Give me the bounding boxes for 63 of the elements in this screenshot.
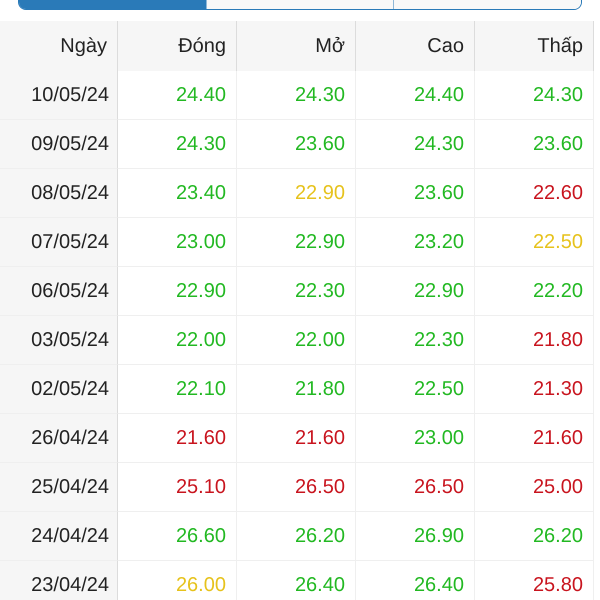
date-cell: 24/04/24 [0, 512, 118, 561]
price-cell: 22.30 [237, 267, 356, 316]
price-cell: 23.60 [237, 120, 356, 169]
price-cell: 22.20 [475, 267, 594, 316]
price-cell: 21.80 [237, 365, 356, 414]
price-cell: 22.50 [475, 218, 594, 267]
price-cell: 24.40 [356, 71, 475, 120]
price-cell: 25.00 [475, 463, 594, 512]
price-cell: 23.00 [356, 414, 475, 463]
date-cell: 03/05/24 [0, 316, 118, 365]
segment-tab[interactable] [19, 0, 206, 9]
column-header: Cao [356, 21, 475, 71]
column-header: Đóng [118, 21, 237, 71]
price-cell: 24.30 [237, 71, 356, 120]
date-cell: 26/04/24 [0, 414, 118, 463]
price-cell: 24.30 [356, 120, 475, 169]
price-cell: 21.60 [475, 414, 594, 463]
price-cell: 26.20 [237, 512, 356, 561]
date-cell: 08/05/24 [0, 169, 118, 218]
price-cell: 26.60 [118, 512, 237, 561]
column-header: Ngày [0, 21, 118, 71]
price-cell: 22.60 [475, 169, 594, 218]
price-cell: 22.90 [237, 169, 356, 218]
price-cell: 24.30 [118, 120, 237, 169]
column-header: Thấp [475, 21, 594, 71]
price-cell: 26.00 [118, 561, 237, 600]
price-cell: 23.40 [118, 169, 237, 218]
price-cell: 21.30 [475, 365, 594, 414]
price-cell: 21.60 [118, 414, 237, 463]
price-cell: 22.00 [237, 316, 356, 365]
price-cell: 22.00 [118, 316, 237, 365]
price-cell: 22.90 [118, 267, 237, 316]
price-cell: 23.60 [475, 120, 594, 169]
price-cell: 22.50 [356, 365, 475, 414]
price-cell: 26.90 [356, 512, 475, 561]
price-cell: 26.50 [356, 463, 475, 512]
date-cell: 02/05/24 [0, 365, 118, 414]
date-cell: 07/05/24 [0, 218, 118, 267]
price-cell: 22.90 [356, 267, 475, 316]
price-cell: 26.50 [237, 463, 356, 512]
price-cell: 24.40 [118, 71, 237, 120]
price-cell: 24.30 [475, 71, 594, 120]
date-cell: 25/04/24 [0, 463, 118, 512]
price-cell: 23.20 [356, 218, 475, 267]
price-cell: 21.60 [237, 414, 356, 463]
price-cell: 26.40 [356, 561, 475, 600]
date-cell: 10/05/24 [0, 71, 118, 120]
price-cell: 23.60 [356, 169, 475, 218]
price-cell: 26.20 [475, 512, 594, 561]
price-cell: 22.90 [237, 218, 356, 267]
date-cell: 06/05/24 [0, 267, 118, 316]
price-cell: 22.30 [356, 316, 475, 365]
price-cell: 21.80 [475, 316, 594, 365]
price-cell: 25.10 [118, 463, 237, 512]
price-cell: 26.40 [237, 561, 356, 600]
price-cell: 25.80 [475, 561, 594, 600]
segment-tab[interactable] [393, 0, 581, 9]
price-cell: 22.10 [118, 365, 237, 414]
date-cell: 23/04/24 [0, 561, 118, 600]
date-cell: 09/05/24 [0, 120, 118, 169]
price-cell: 23.00 [118, 218, 237, 267]
segment-tab[interactable] [206, 0, 394, 9]
column-header: Mở [237, 21, 356, 71]
